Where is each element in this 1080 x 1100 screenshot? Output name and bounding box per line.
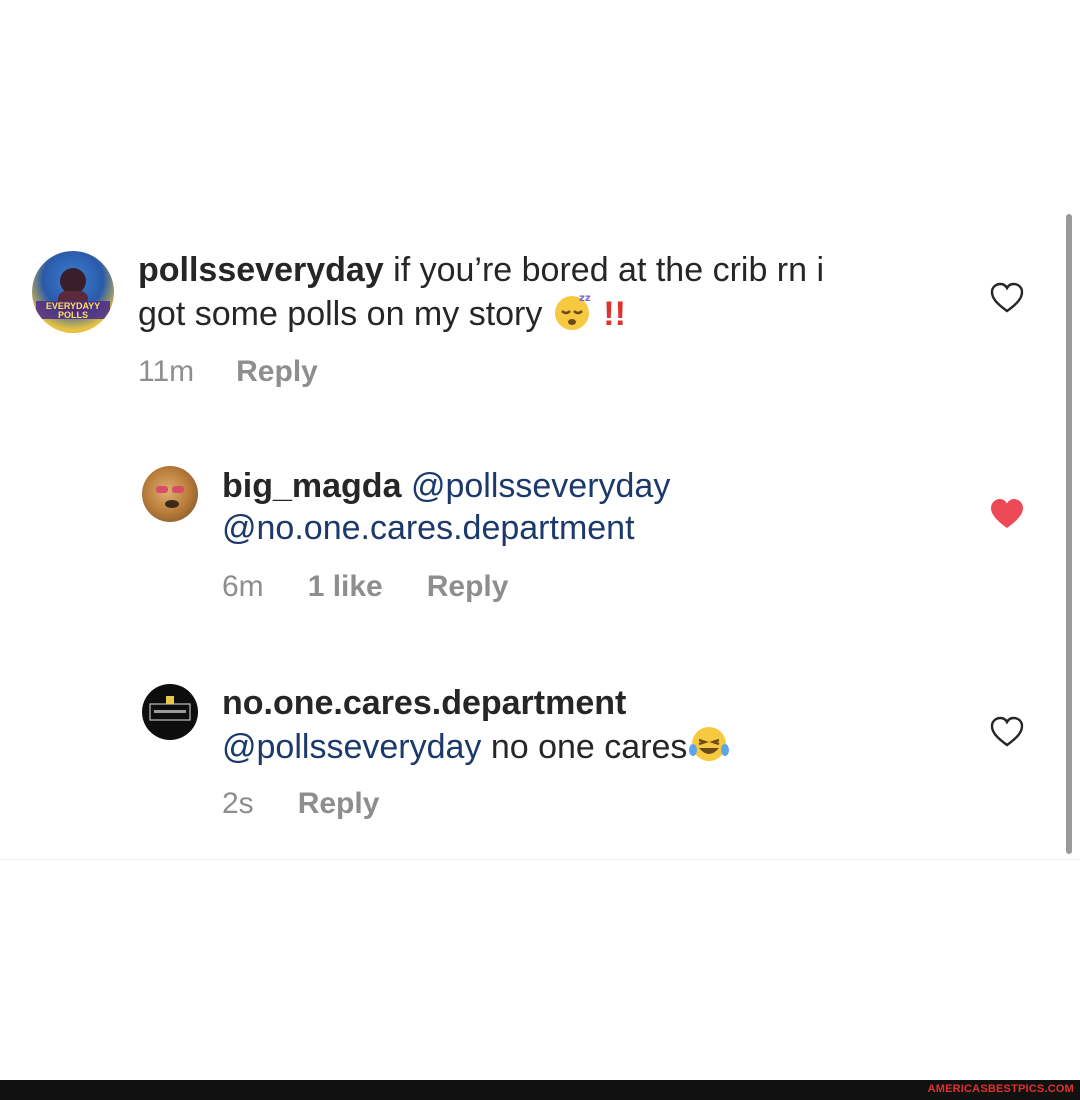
avatar-image — [149, 696, 191, 721]
scrollbar[interactable] — [1066, 214, 1072, 854]
avatar-label: everydayy polls — [45, 301, 101, 320]
mention-link[interactable]: @pollsseveryday — [222, 728, 481, 766]
heart-outline-icon[interactable] — [990, 282, 1024, 314]
reply-button[interactable]: Reply — [298, 787, 380, 821]
divider — [0, 859, 1080, 860]
comment-meta: 2s Reply — [222, 787, 379, 821]
avatar-image — [156, 486, 184, 508]
avatar-image — [36, 268, 110, 319]
comment-text-body: no one cares — [481, 728, 688, 766]
comment-text-line2: got some polls on my story — [138, 295, 552, 333]
footer-bar: AMERICASBESTPICS.COM — [0, 1080, 1080, 1100]
comment-text-line1: if you’re bored at the crib rn i — [383, 251, 825, 289]
comment-time: 6m — [222, 570, 264, 603]
comment-username[interactable]: no.one.cares.department — [222, 684, 626, 722]
reply-button[interactable]: Reply — [427, 570, 509, 604]
comment-time: 2s — [222, 787, 254, 820]
svg-text:zz: zz — [579, 293, 591, 304]
comment-meta: 6m 1 like Reply — [222, 570, 508, 604]
comment-time: 11m — [138, 355, 195, 388]
sleeping-emoji: zz — [552, 291, 594, 341]
mention-link[interactable]: @no.one.cares.department — [222, 509, 635, 547]
comment-username[interactable]: big_magda — [222, 467, 401, 505]
heart-outline-icon[interactable] — [990, 716, 1024, 748]
comment-text: no.one.cares.department @pollsseveryday … — [222, 682, 942, 774]
comment-text: pollsseveryday if you’re bored at the cr… — [138, 249, 938, 341]
likes-count[interactable]: 1 like — [308, 570, 383, 604]
avatar[interactable]: everydayy polls — [32, 251, 114, 333]
laughing-emoji — [687, 724, 731, 774]
comment-username[interactable]: pollsseveryday — [138, 251, 384, 289]
avatar[interactable] — [142, 466, 198, 522]
comment-text: big_magda @pollsseveryday @no.one.cares.… — [222, 465, 942, 549]
watermark-text: AMERICASBESTPICS.COM — [927, 1083, 1074, 1095]
reply-button[interactable]: Reply — [236, 355, 318, 389]
exclamation-marks: !! — [603, 295, 626, 333]
heart-filled-icon[interactable] — [990, 498, 1024, 530]
comment-meta: 11m Reply — [138, 355, 318, 389]
mention-link[interactable]: @pollsseveryday — [411, 467, 670, 505]
avatar[interactable] — [142, 684, 198, 740]
